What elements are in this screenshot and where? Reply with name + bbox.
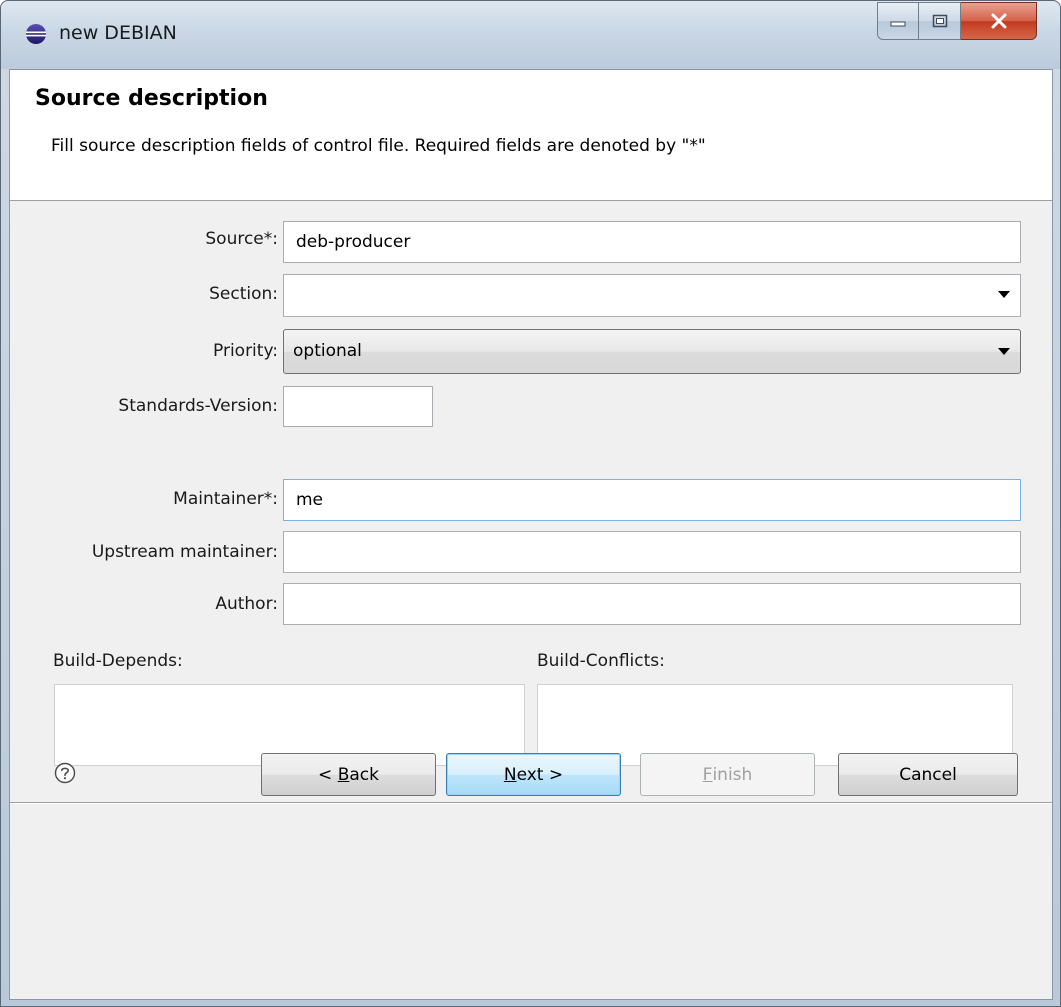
next-button-label: ext > [516,764,564,785]
chevron-down-icon[interactable] [998,348,1010,355]
finish-button-label: inish [712,764,753,785]
close-icon [991,13,1006,29]
maintainer-input[interactable] [283,479,1021,521]
standards-version-label: Standards-Version: [118,396,278,416]
back-button-mnemonic: B [337,764,350,785]
dialog-client-area: Source description Fill source descripti… [9,69,1053,1000]
page-title: Source description [35,86,268,111]
author-input[interactable] [283,583,1021,625]
finish-button-mnemonic: F [702,764,713,785]
build-conflicts-label: Build-Conflicts: [537,651,665,671]
page-description: Fill source description fields of contro… [51,136,706,156]
eclipse-icon [26,24,46,44]
maximize-icon [932,14,947,28]
chevron-down-icon[interactable] [998,291,1010,298]
footer-separator [10,802,1052,804]
caption-buttons [877,2,1037,42]
priority-value: optional [293,341,362,361]
upstream-maintainer-input[interactable] [283,531,1021,573]
minimize-button[interactable] [877,2,919,40]
help-icon[interactable] [54,762,76,784]
section-combo[interactable] [283,274,1021,317]
priority-label: Priority: [213,341,278,361]
dialog-window: new DEBIAN Source description Fill sourc… [0,0,1061,1007]
title-bar[interactable]: new DEBIAN [1,1,1060,69]
priority-combo[interactable]: optional [283,329,1021,374]
finish-button[interactable]: Finish [640,753,815,796]
cancel-button[interactable]: Cancel [838,753,1018,796]
build-depends-label: Build-Depends: [53,651,183,671]
wizard-header: Source description Fill source descripti… [10,70,1052,201]
window-title: new DEBIAN [59,22,177,44]
close-button[interactable] [961,2,1037,40]
next-button[interactable]: Next > [446,753,621,796]
cancel-button-label: Cancel [899,764,957,785]
back-button-prefix: < [318,764,338,785]
minimize-icon [890,21,906,27]
back-button-label: ack [349,764,379,785]
upstream-maintainer-label: Upstream maintainer: [91,542,278,562]
maintainer-label: Maintainer*: [173,489,278,509]
author-label: Author: [215,594,278,614]
back-button[interactable]: < Back [261,753,436,796]
next-button-mnemonic: N [503,764,517,785]
source-label: Source*: [205,229,278,249]
section-label: Section: [209,284,278,304]
standards-version-input[interactable] [283,386,433,427]
maximize-button[interactable] [919,2,961,40]
source-input[interactable] [283,221,1021,263]
